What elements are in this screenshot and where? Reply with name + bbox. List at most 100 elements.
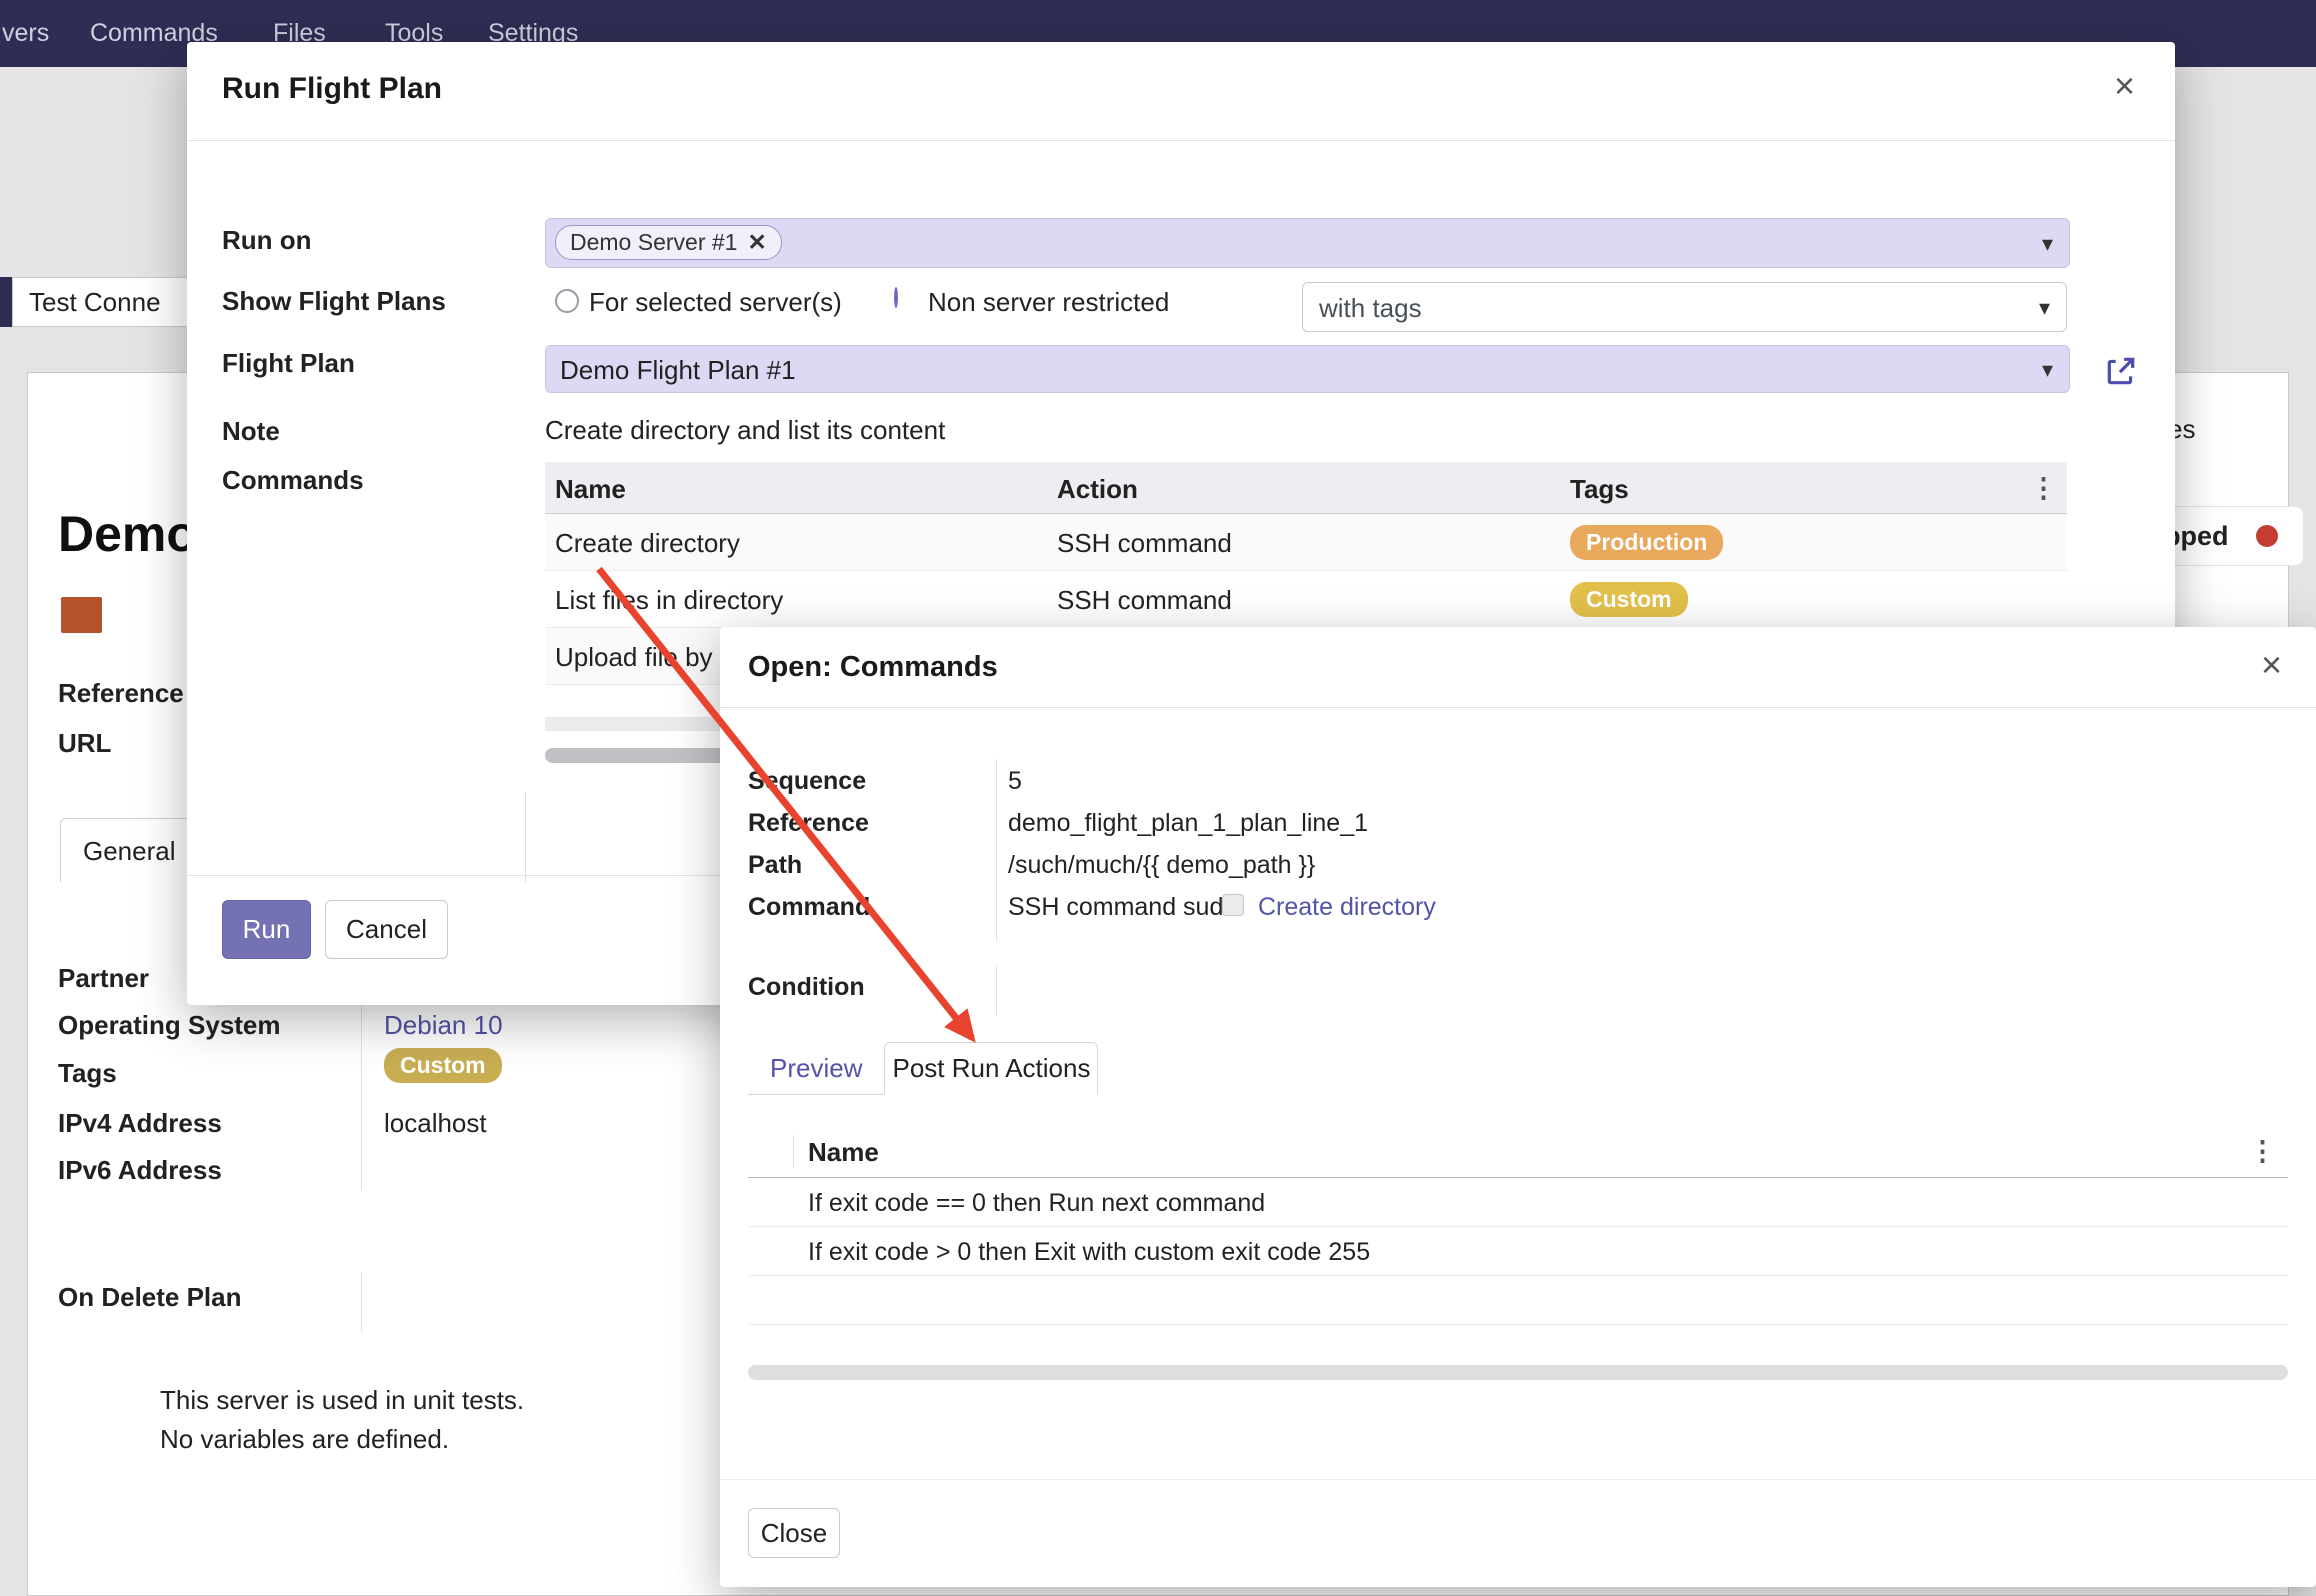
post-run-row-text: If exit code > 0 then Exit with custom e… — [808, 1238, 1370, 1267]
server-heading: Demo — [58, 505, 188, 563]
commands-modal-header-divider — [720, 707, 2316, 708]
table-options-icon[interactable]: ⋮ — [2030, 475, 2057, 502]
unit-test-note-line1: This server is used in unit tests. — [160, 1385, 524, 1416]
run-on-label: Run on — [222, 225, 312, 256]
reference-field-value: demo_flight_plan_1_plan_line_1 — [1008, 809, 1368, 838]
command-value: SSH command sudo — [1008, 893, 1237, 922]
col-tags: Tags — [1570, 474, 1629, 505]
run-modal-close-icon[interactable]: × — [2114, 68, 2135, 104]
command-checkbox[interactable] — [1222, 894, 1244, 916]
col-name: Name — [555, 474, 626, 505]
close-button-label: Close — [761, 1518, 827, 1549]
general-tab-label: General — [83, 836, 176, 867]
unit-test-note-line2: No variables are defined. — [160, 1424, 449, 1455]
commands-tabbar: Preview Post Run Actions — [748, 1042, 1098, 1095]
with-tags-select[interactable]: with tags ▾ — [1302, 282, 2067, 332]
modal-column-divider — [525, 792, 526, 882]
cancel-button[interactable]: Cancel — [325, 900, 448, 959]
cancel-button-label: Cancel — [346, 914, 427, 945]
tags-custom-badge: Custom — [384, 1048, 502, 1083]
radio-non-server-restricted-label: Non server restricted — [928, 287, 1169, 318]
run-modal-header-divider — [187, 140, 2175, 141]
color-swatch — [61, 597, 102, 633]
os-value-link[interactable]: Debian 10 — [384, 1010, 503, 1041]
table-row[interactable]: Create directory SSH command Production — [545, 514, 2067, 571]
server-heading-text: Demo — [58, 506, 188, 562]
post-run-row[interactable]: If exit code == 0 then Run next command — [748, 1178, 2288, 1227]
table-row[interactable]: List files in directory SSH command Cust… — [545, 571, 2067, 628]
tags-label: Tags — [58, 1058, 117, 1089]
flight-plan-caret-icon[interactable]: ▾ — [2042, 359, 2053, 381]
ipv4-label: IPv4 Address — [58, 1108, 222, 1139]
run-button-label: Run — [243, 914, 291, 945]
tab-preview-label: Preview — [770, 1053, 862, 1084]
tab-preview[interactable]: Preview — [748, 1042, 884, 1095]
post-run-row[interactable]: If exit code > 0 then Exit with custom e… — [748, 1227, 2288, 1276]
commands-label: Commands — [222, 465, 364, 496]
tab-post-run-actions-label: Post Run Actions — [892, 1053, 1090, 1084]
fields-divider — [996, 759, 997, 941]
url-label: URL — [58, 728, 111, 759]
row-name: Create directory — [555, 528, 740, 559]
post-run-row-empty — [748, 1276, 2288, 1325]
os-label: Operating System — [58, 1010, 281, 1041]
path-label: Path — [748, 851, 802, 880]
run-button[interactable]: Run — [222, 900, 311, 959]
run-on-server-select[interactable]: Demo Server #1 ✕ ▾ — [545, 218, 2070, 268]
row-tag-badge: Custom — [1570, 582, 1688, 617]
run-modal-title: Run Flight Plan — [222, 72, 442, 106]
post-run-table-header: Name ⋮ — [748, 1125, 2288, 1178]
open-commands-modal: Open: Commands × Sequence 5 Reference de… — [720, 627, 2316, 1587]
tab-post-run-actions[interactable]: Post Run Actions — [884, 1042, 1098, 1095]
partner-label: Partner — [58, 963, 149, 994]
row-name: List files in directory — [555, 585, 783, 616]
flight-plan-label: Flight Plan — [222, 348, 355, 379]
radio-selected-servers[interactable] — [555, 289, 579, 313]
flight-plan-description: Create directory and list its content — [545, 415, 945, 446]
row-action: SSH command — [1057, 585, 1232, 616]
server-chip-label: Demo Server #1 — [570, 229, 737, 256]
test-connection-button[interactable]: Test Conne — [12, 277, 190, 327]
ipv4-value: localhost — [384, 1108, 487, 1139]
path-value: /such/much/{{ demo_path }} — [1008, 851, 1315, 880]
show-flight-plans-label: Show Flight Plans — [222, 286, 446, 317]
post-run-horizontal-scrollbar[interactable] — [748, 1365, 2288, 1380]
commands-modal-title: Open: Commands — [748, 651, 998, 684]
radio-non-server-restricted[interactable] — [894, 287, 898, 308]
ipv6-label: IPv6 Address — [58, 1155, 222, 1186]
col-action: Action — [1057, 474, 1138, 505]
sequence-value: 5 — [1008, 767, 1022, 796]
commands-modal-footer-divider — [720, 1479, 2316, 1480]
with-tags-caret-icon[interactable]: ▾ — [2039, 297, 2050, 319]
test-connection-label: Test Conne — [29, 287, 161, 318]
command-label: Command — [748, 893, 870, 922]
close-button[interactable]: Close — [748, 1508, 840, 1558]
condition-divider — [996, 965, 997, 1015]
condition-label: Condition — [748, 973, 865, 1002]
row-name: Upload file by — [555, 642, 713, 673]
row-tag-badge: Production — [1570, 525, 1723, 560]
radio-selected-servers-label: For selected server(s) — [589, 287, 842, 318]
row-action: SSH command — [1057, 528, 1232, 559]
create-directory-link[interactable]: Create directory — [1258, 893, 1436, 922]
flight-plan-select[interactable]: Demo Flight Plan #1 ▾ — [545, 345, 2070, 393]
external-link-icon[interactable] — [2104, 354, 2138, 388]
with-tags-placeholder: with tags — [1319, 293, 1422, 324]
chip-remove-icon[interactable]: ✕ — [747, 229, 766, 256]
app-root: vers Commands Files Tools Settings Test … — [0, 0, 2316, 1596]
sequence-label: Sequence — [748, 767, 866, 796]
post-run-col-name: Name — [808, 1137, 879, 1168]
note-label: Note — [222, 416, 280, 447]
reference-field-label: Reference — [748, 809, 869, 838]
server-select-caret-icon[interactable]: ▾ — [2042, 233, 2053, 255]
commands-table-header: Name Action Tags ⋮ — [545, 462, 2067, 514]
reference-label: Reference — [58, 678, 184, 709]
post-run-row-text: If exit code == 0 then Run next command — [808, 1189, 1265, 1218]
post-run-table-options-icon[interactable]: ⋮ — [2249, 1138, 2276, 1165]
form-divider-2 — [361, 1272, 362, 1332]
nav-edge-block — [0, 277, 12, 327]
nav-item-servers[interactable]: vers — [2, 0, 49, 67]
general-tab[interactable]: General — [60, 818, 200, 882]
commands-modal-close-icon[interactable]: × — [2261, 647, 2282, 683]
server-chip[interactable]: Demo Server #1 ✕ — [555, 225, 782, 260]
